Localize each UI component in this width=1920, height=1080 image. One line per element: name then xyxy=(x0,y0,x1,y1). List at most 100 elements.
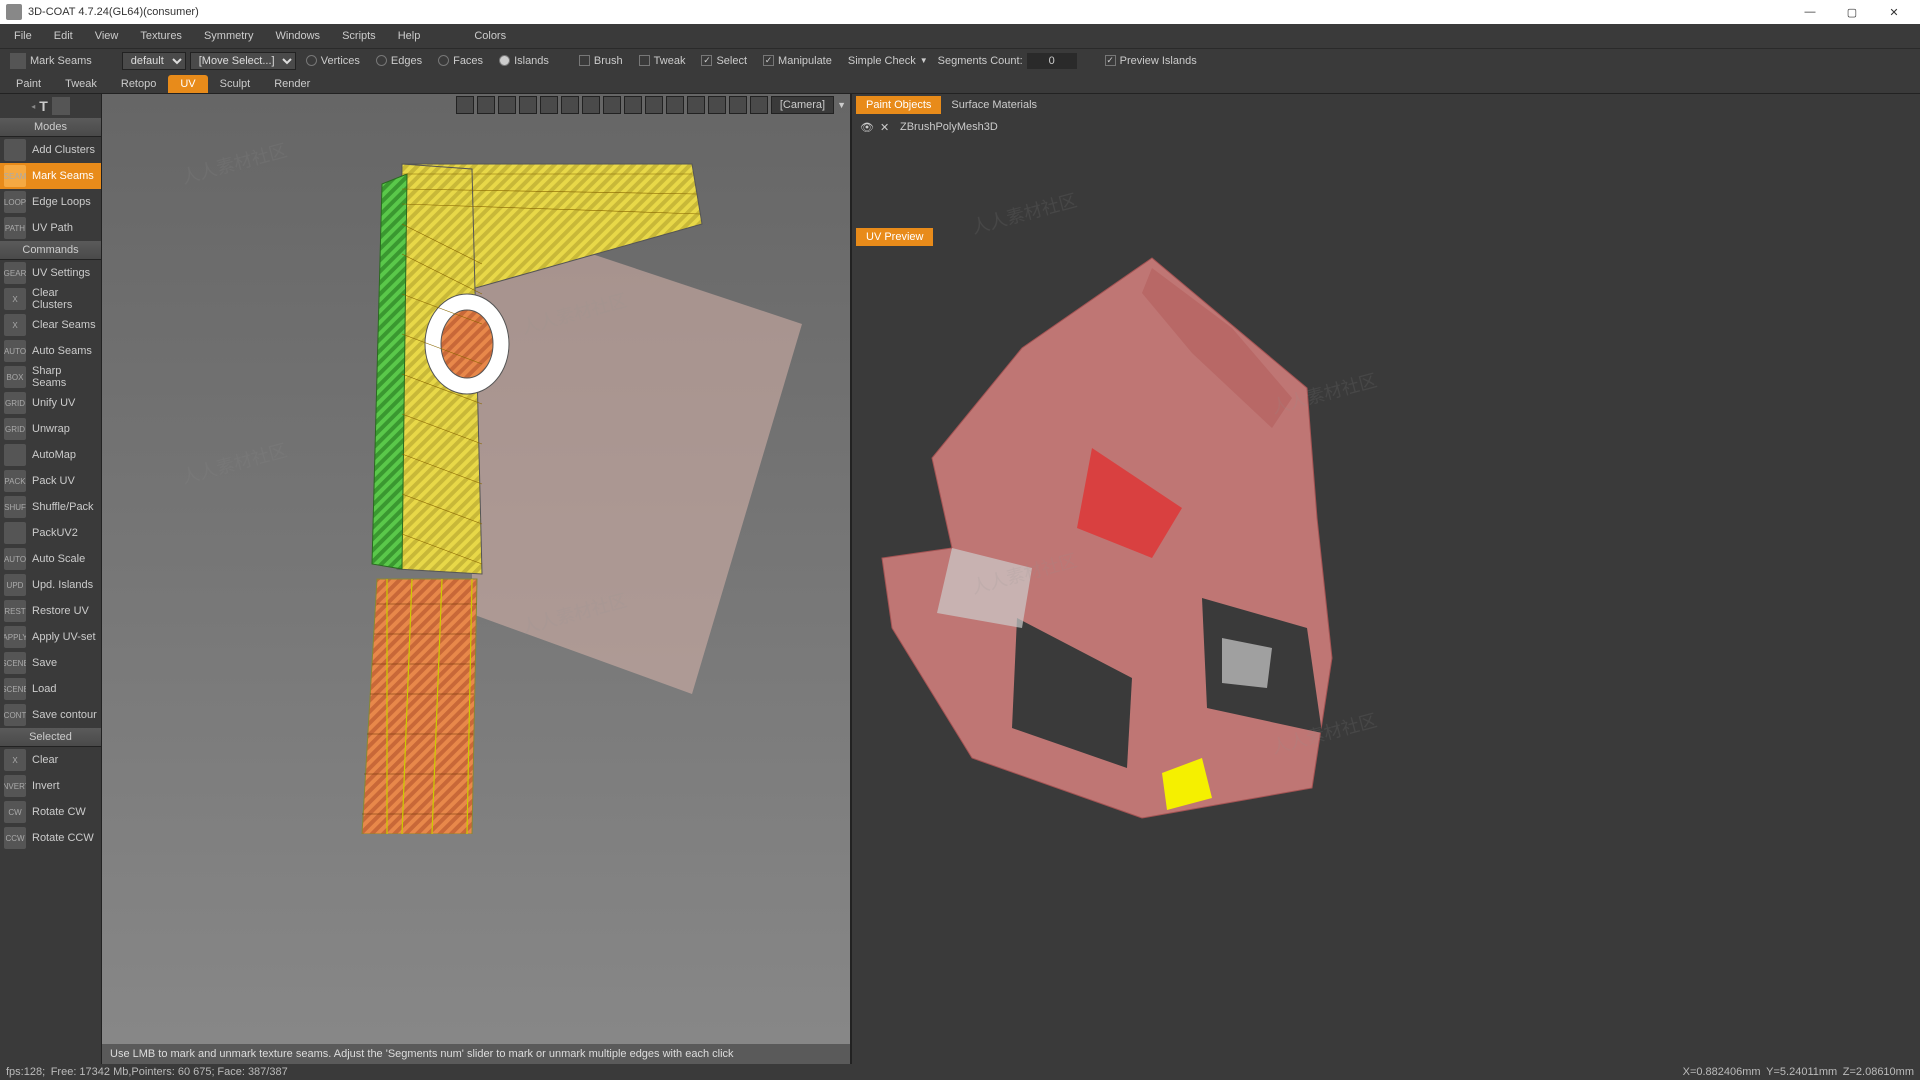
mark-seams-tool-label: Mark Seams xyxy=(4,53,98,69)
uv-preview-viewport[interactable]: UV Preview xyxy=(852,138,1920,1064)
tool-save[interactable]: SCENESave xyxy=(0,650,101,676)
tool-upd-islands[interactable]: UPDUpd. Islands xyxy=(0,572,101,598)
status-coord-y: Y=5.24011mm xyxy=(1766,1066,1837,1078)
tool-invert[interactable]: INVERT Invert xyxy=(0,773,101,799)
edges-radio[interactable]: Edges xyxy=(370,55,428,67)
menu-view[interactable]: View xyxy=(85,27,129,45)
INVERT-icon: INVERT xyxy=(4,775,26,797)
manipulate-check[interactable]: ✓Manipulate xyxy=(757,55,838,67)
segments-input[interactable]: 0 xyxy=(1027,53,1077,69)
tool-label: Load xyxy=(32,683,56,695)
tab-surface-materials[interactable]: Surface Materials xyxy=(941,96,1047,114)
apply-icon: APPLY xyxy=(4,626,26,648)
move-select-dropdown[interactable]: [Move Select...] xyxy=(190,52,296,70)
cont-icon: CONT xyxy=(4,704,26,726)
tab-uv[interactable]: UV xyxy=(168,75,207,93)
tool-load[interactable]: SCENE Load xyxy=(0,676,101,702)
status-coord-x: X=0.882406mm xyxy=(1683,1066,1761,1078)
tool-auto-seams[interactable]: AUTOAuto Seams xyxy=(0,338,101,364)
tool-clear-clusters[interactable]: XClear Clusters xyxy=(0,286,101,312)
status-bar: fps:128; Free: 17342 Mb, Pointers: 60 67… xyxy=(0,1064,1920,1080)
close-object-icon[interactable]: ✕ xyxy=(880,121,892,133)
tool-restore-uv[interactable]: RESTRestore UV xyxy=(0,598,101,624)
menu-edit[interactable]: Edit xyxy=(44,27,83,45)
select-check[interactable]: ✓Select xyxy=(695,55,753,67)
AUTO-icon: AUTO xyxy=(4,548,26,570)
tool-automap[interactable]: AutoMap xyxy=(0,442,101,468)
cw-icon: CW xyxy=(4,801,26,823)
mark-seams-label: Mark Seams xyxy=(30,55,92,67)
cluster-icon xyxy=(4,139,26,161)
tool-edge-loops[interactable]: LOOPEdge Loops xyxy=(0,189,101,215)
menu-textures[interactable]: Textures xyxy=(130,27,192,45)
tool-clear[interactable]: XClear xyxy=(0,747,101,773)
viewport-3d[interactable]: [Camera] ▼ xyxy=(102,94,852,1064)
brush-check[interactable]: Brush xyxy=(573,55,629,67)
preview-islands-check[interactable]: ✓Preview Islands xyxy=(1099,55,1203,67)
faces-radio[interactable]: Faces xyxy=(432,55,489,67)
tool-sharp-seams[interactable]: BOXSharp Seams xyxy=(0,364,101,390)
tab-sculpt[interactable]: Sculpt xyxy=(208,75,263,93)
tool-label: Rotate CW xyxy=(32,806,86,818)
tool-rotate-cw[interactable]: CW Rotate CW xyxy=(0,799,101,825)
preset-dropdown[interactable]: default xyxy=(122,52,186,70)
tool-packuv2[interactable]: PackUV2 xyxy=(0,520,101,546)
tool-clear-seams[interactable]: XClear Seams xyxy=(0,312,101,338)
pack-icon: PACK xyxy=(4,470,26,492)
object-list-row[interactable]: 👁 ✕ ZBrushPolyMesh3D xyxy=(852,116,1920,138)
tool-label: Unwrap xyxy=(32,423,70,435)
tab-paint-objects[interactable]: Paint Objects xyxy=(856,96,941,114)
tool-label: Auto Scale xyxy=(32,553,85,565)
tab-retopo[interactable]: Retopo xyxy=(109,75,168,93)
tweak-check[interactable]: Tweak xyxy=(633,55,692,67)
menu-scripts[interactable]: Scripts xyxy=(332,27,386,45)
viewport-hint: Use LMB to mark and unmark texture seams… xyxy=(102,1044,850,1064)
text-tool-icon[interactable]: T xyxy=(39,98,48,114)
maximize-button[interactable]: ▢ xyxy=(1832,2,1872,22)
sidebar-tool-icon[interactable] xyxy=(52,97,70,115)
AUTO-icon: AUTO xyxy=(4,340,26,362)
tool-rotate-ccw[interactable]: CCWRotate CCW xyxy=(0,825,101,851)
menu-help[interactable]: Help xyxy=(388,27,431,45)
status-face: Face: 387/387 xyxy=(217,1066,287,1078)
status-fps: fps:128; xyxy=(6,1066,45,1078)
tab-paint[interactable]: Paint xyxy=(4,75,53,93)
close-button[interactable]: ✕ xyxy=(1874,2,1914,22)
arrow-icon[interactable]: ◂ xyxy=(31,102,35,111)
SCENE-icon: SCENE xyxy=(4,678,26,700)
seam-icon: SEAM xyxy=(4,165,26,187)
ccw-icon: CCW xyxy=(4,827,26,849)
tool-label: Apply UV-set xyxy=(32,631,96,643)
simple-check[interactable]: Simple Check▼ xyxy=(842,55,934,67)
minimize-button[interactable]: — xyxy=(1790,2,1830,22)
x-icon: X xyxy=(4,749,26,771)
tool-shuffle-pack[interactable]: SHUFShuffle/Pack xyxy=(0,494,101,520)
tool-label: Invert xyxy=(32,780,60,792)
tab-tweak[interactable]: Tweak xyxy=(53,75,109,93)
menu-windows[interactable]: Windows xyxy=(265,27,330,45)
tool-label: Pack UV xyxy=(32,475,75,487)
uv-island-mesh xyxy=(852,198,1442,838)
tool-pack-uv[interactable]: PACK Pack UV xyxy=(0,468,101,494)
tool-unwrap[interactable]: GRIDUnwrap xyxy=(0,416,101,442)
vertices-radio[interactable]: Vertices xyxy=(300,55,366,67)
tab-render[interactable]: Render xyxy=(262,75,322,93)
tool-save-contour[interactable]: CONT Save contour xyxy=(0,702,101,728)
tool-apply-uv-set[interactable]: APPLY Apply UV-set xyxy=(0,624,101,650)
menu-symmetry[interactable]: Symmetry xyxy=(194,27,264,45)
tool-label: Edge Loops xyxy=(32,196,91,208)
tool-label: Upd. Islands xyxy=(32,579,93,591)
tool-mark-seams[interactable]: SEAMMark Seams xyxy=(0,163,101,189)
tool-unify-uv[interactable]: GRIDUnify UV xyxy=(0,390,101,416)
tool-auto-scale[interactable]: AUTO Auto Scale xyxy=(0,546,101,572)
tool-label: Clear Clusters xyxy=(32,287,97,311)
islands-radio[interactable]: Islands xyxy=(493,55,555,67)
tool-uv-settings[interactable]: GEARUV Settings xyxy=(0,260,101,286)
tool-add-clusters[interactable]: Add Clusters xyxy=(0,137,101,163)
eye-icon[interactable]: 👁 xyxy=(860,121,872,133)
tool-label: Save contour xyxy=(32,709,97,721)
tool-uv-path[interactable]: PATHUV Path xyxy=(0,215,101,241)
menu-colors[interactable]: Colors xyxy=(464,27,516,45)
segments-label: Segments Count: xyxy=(938,55,1023,67)
menu-file[interactable]: File xyxy=(4,27,42,45)
